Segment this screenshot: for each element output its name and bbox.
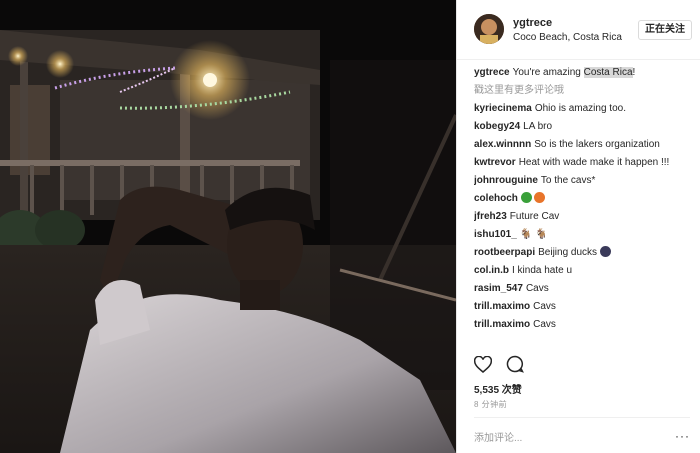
list-item: ishu101_ 🐐 🐐: [474, 228, 696, 241]
list-item: col.in.b I kinda hate u: [474, 264, 696, 277]
comment-text: So is the lakers organization: [534, 139, 660, 150]
post-actions: [473, 355, 534, 378]
list-item: colehoch: [474, 192, 696, 205]
caption-text: You're amazing: [512, 67, 584, 78]
comment-bubble-icon[interactable]: [506, 355, 525, 378]
list-item: trill.maximo Cavs: [474, 300, 696, 313]
basketball-icon: [533, 192, 545, 203]
person-icon: [599, 246, 611, 257]
caption-text-end: !: [632, 67, 636, 78]
like-count[interactable]: 5,535 次赞: [474, 381, 522, 396]
comment-text: Ohio is amazing too.: [534, 103, 626, 114]
post-photo[interactable]: [0, 0, 456, 453]
list-item: kwtrevor Heat with wade make it happen !!…: [474, 156, 696, 169]
list-item: rasim_547 Cavs: [474, 282, 696, 295]
clover-icon: [520, 192, 532, 203]
comment-text: Future Cav: [509, 211, 560, 222]
list-item: trill.maximo Cavs: [474, 318, 696, 331]
list-item: jfreh23 Future Cav: [474, 210, 696, 223]
instagram-post-view: ygtrece Coco Beach, Costa Rica 正在关注 ygtr…: [0, 0, 700, 453]
comment-username[interactable]: trill.maximo: [474, 301, 530, 312]
comment-text: LA bro: [523, 121, 553, 132]
comment-username[interactable]: johnrouguine: [474, 175, 538, 186]
comment-username[interactable]: rasim_547: [474, 283, 523, 294]
header-location[interactable]: Coco Beach, Costa Rica: [513, 32, 622, 43]
post-timestamp: 8 分钟前: [474, 400, 508, 409]
comment-username[interactable]: ishu101_: [474, 229, 517, 240]
more-options-icon[interactable]: ···: [675, 429, 690, 443]
comment-username[interactable]: kobegy24: [474, 121, 520, 132]
comment-text: Cavs: [533, 319, 556, 330]
comment-username[interactable]: colehoch: [474, 193, 518, 204]
post-header: ygtrece Coco Beach, Costa Rica 正在关注: [457, 0, 700, 60]
following-button[interactable]: 正在关注: [638, 20, 692, 40]
post-details-panel: ygtrece Coco Beach, Costa Rica 正在关注 ygtr…: [456, 0, 700, 453]
comment-text: Beijing ducks: [538, 247, 598, 258]
goat-icon: 🐐 🐐: [519, 229, 548, 240]
header-username[interactable]: ygtrece: [513, 17, 552, 29]
comment-text: Heat with wade make it happen !!!: [518, 157, 670, 168]
comment-text: I kinda hate u: [512, 265, 573, 276]
avatar-image: [474, 14, 504, 44]
comment-username[interactable]: kwtrevor: [474, 157, 516, 168]
comment-text: Cavs: [525, 283, 549, 294]
load-more-comments-link[interactable]: 戳这里有更多评论哦: [474, 84, 696, 97]
list-item: johnrouguine To the cavs*: [474, 174, 696, 187]
caption-location-link[interactable]: Costa Rica: [583, 67, 633, 78]
comment-username[interactable]: trill.maximo: [474, 319, 530, 330]
comment-username[interactable]: kyriecinema: [474, 103, 532, 114]
list-item: kyriecinema Ohio is amazing too.: [474, 102, 696, 115]
list-item: alex.winnnn So is the lakers organization: [474, 138, 696, 151]
caption: ygtrece You're amazing Costa Rica!: [474, 66, 696, 79]
night-selfie-image: [0, 0, 456, 453]
comment-text: Cavs: [533, 301, 556, 312]
comment-username[interactable]: col.in.b: [474, 265, 509, 276]
comment-username[interactable]: rootbeerpapi: [474, 247, 535, 258]
comment-username[interactable]: alex.winnnn: [474, 139, 531, 150]
heart-icon[interactable]: [473, 355, 493, 378]
comment-text: To the cavs*: [540, 175, 596, 186]
add-comment-input[interactable]: 添加评论...: [474, 429, 522, 444]
list-item: rootbeerpapi Beijing ducks: [474, 246, 696, 259]
avatar[interactable]: [474, 14, 504, 44]
list-item: kobegy24 LA bro: [474, 120, 696, 133]
divider: [474, 417, 690, 418]
comment-username[interactable]: jfreh23: [474, 211, 507, 222]
comments-list[interactable]: ygtrece You're amazing Costa Rica! 戳这里有更多…: [474, 66, 696, 348]
caption-username[interactable]: ygtrece: [474, 67, 510, 78]
